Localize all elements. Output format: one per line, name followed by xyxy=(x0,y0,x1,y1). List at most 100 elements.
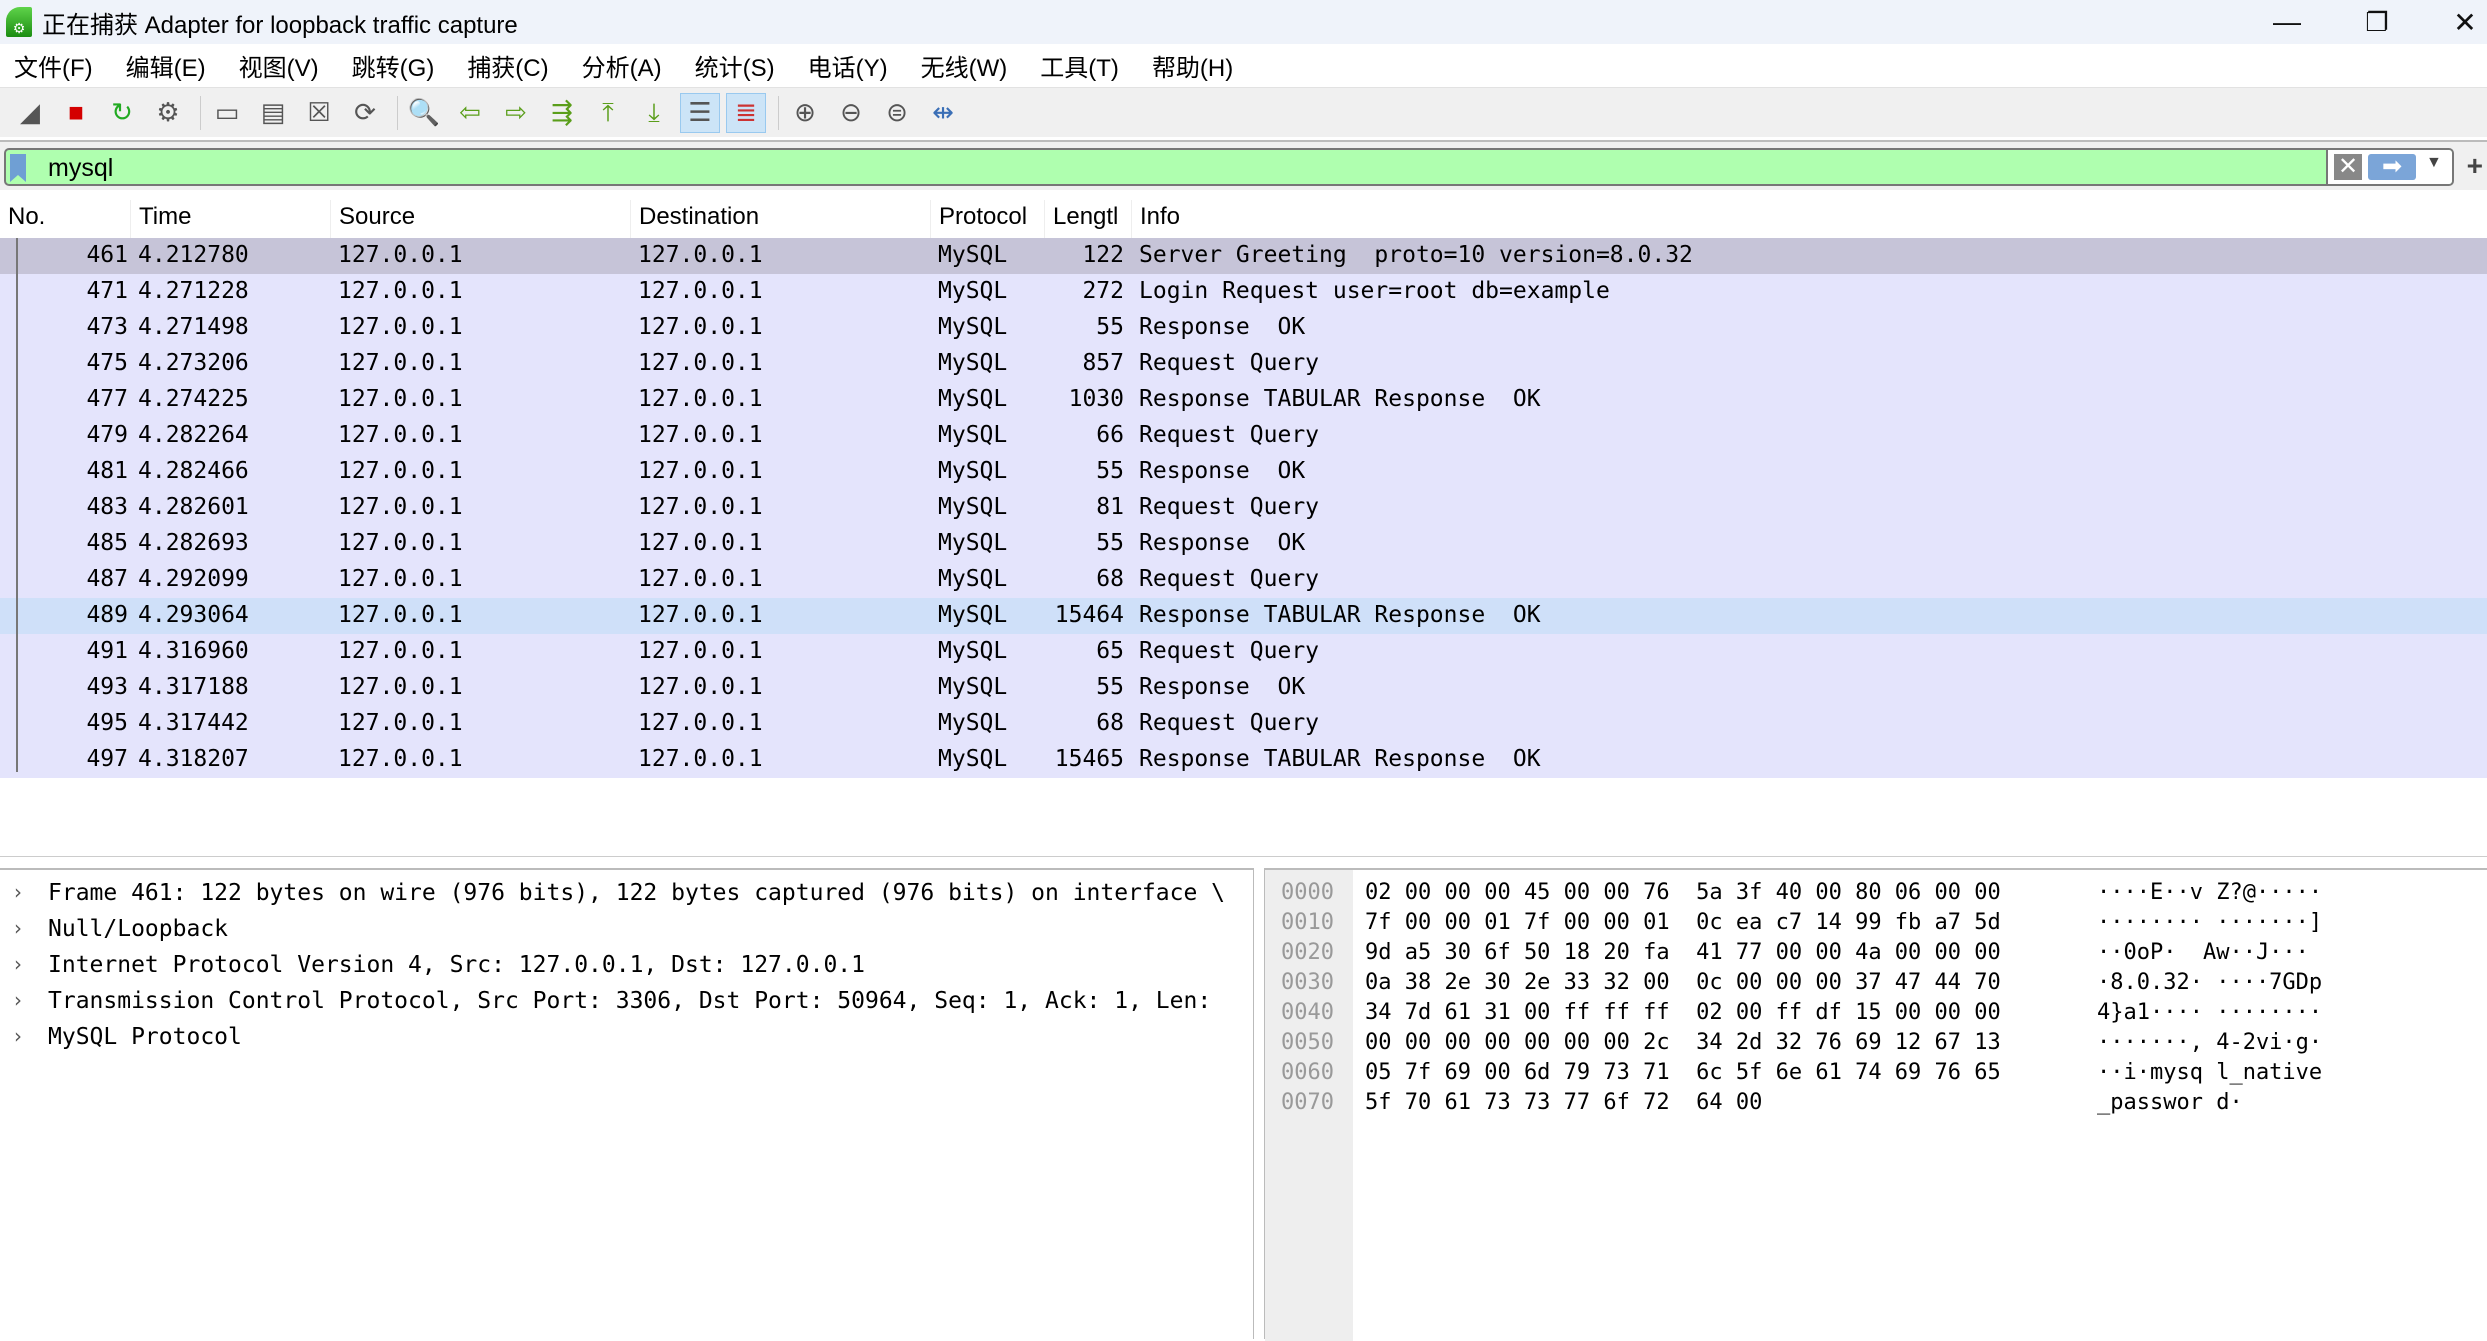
close-button[interactable]: ✕ xyxy=(2430,0,2487,44)
filter-text[interactable]: mysql xyxy=(48,154,113,183)
menu-item[interactable]: 电话(Y) xyxy=(808,48,888,83)
packet-row[interactable]: 493 4.317188 127.0.0.1 127.0.0.1 MySQL 55 Resp… xyxy=(0,670,2487,706)
autoscroll-button[interactable]: ☰ xyxy=(680,92,720,133)
clear-filter-icon[interactable]: ✕ xyxy=(2334,154,2362,180)
detail-tree-item[interactable]: › Transmission Control Protocol, Src Port… xyxy=(0,984,1250,1020)
hex-bytes[interactable]: 34 7d 61 31 00 ff ff ff 02 00 ff df 15 0… xyxy=(1365,1000,2001,1025)
packet-row[interactable]: 471 4.271228 127.0.0.1 127.0.0.1 MySQL 272 Log… xyxy=(0,274,2487,310)
packet-source: 127.0.0.1 xyxy=(338,566,463,592)
close-file-button[interactable]: ☒ xyxy=(299,93,339,133)
expand-chevron-icon[interactable]: › xyxy=(14,1024,22,1048)
menu-item[interactable]: 分析(A) xyxy=(582,48,662,83)
hex-bytes[interactable]: 0a 38 2e 30 2e 33 32 00 0c 00 00 00 37 4… xyxy=(1365,970,2001,995)
hex-bytes[interactable]: 02 00 00 00 45 00 00 76 5a 3f 40 00 80 0… xyxy=(1365,880,2001,905)
detail-tree-item[interactable]: › Frame 461: 122 bytes on wire (976 bits)… xyxy=(0,876,1250,912)
packet-row[interactable]: 473 4.271498 127.0.0.1 127.0.0.1 MySQL 55 Resp… xyxy=(0,310,2487,346)
column-header[interactable]: No. xyxy=(0,200,45,238)
packet-row[interactable]: 489 4.293064 127.0.0.1 127.0.0.1 MySQL 15464 R… xyxy=(0,598,2487,634)
colorize-button[interactable]: ≣ xyxy=(726,92,766,133)
hex-ascii[interactable]: 4}a1···· ········ xyxy=(2097,1000,2322,1025)
hex-ascii[interactable]: ·······, 4-2vi·g· xyxy=(2097,1030,2322,1055)
expand-chevron-icon[interactable]: › xyxy=(14,988,22,1012)
add-filter-button-icon[interactable]: + xyxy=(2467,150,2483,182)
restore-button[interactable]: ❐ xyxy=(2342,0,2412,44)
detail-tree-item[interactable]: › MySQL Protocol xyxy=(0,1020,1250,1056)
expand-chevron-icon[interactable]: › xyxy=(14,916,22,940)
menu-item[interactable]: 跳转(G) xyxy=(352,48,435,83)
menu-item[interactable]: 视图(V) xyxy=(239,48,319,83)
open-file-button[interactable]: ▭ xyxy=(207,93,247,133)
menu-item[interactable]: 统计(S) xyxy=(695,48,775,83)
packet-row[interactable]: 479 4.282264 127.0.0.1 127.0.0.1 MySQL 66 Requ… xyxy=(0,418,2487,454)
menu-item[interactable]: 编辑(E) xyxy=(126,48,206,83)
hex-bytes[interactable]: 00 00 00 00 00 00 00 2c 34 2d 32 76 69 1… xyxy=(1365,1030,2001,1055)
menu-item[interactable]: 帮助(H) xyxy=(1152,48,1233,83)
packet-no: 493 xyxy=(86,674,128,700)
hex-ascii[interactable]: _passwor d· xyxy=(2097,1090,2243,1115)
hex-ascii[interactable]: ····E··v Z?@····· xyxy=(2097,880,2322,905)
find-packet-button[interactable]: 🔍 xyxy=(404,93,444,133)
last-packet-icon: ⤓ xyxy=(648,96,660,127)
detail-tree-item[interactable]: › Internet Protocol Version 4, Src: 127.0… xyxy=(0,948,1250,984)
capture-options-button[interactable]: ⚙ xyxy=(148,93,188,133)
column-header[interactable]: Source xyxy=(330,200,415,238)
column-header[interactable]: Lengtl xyxy=(1044,200,1118,238)
hex-bytes[interactable]: 9d a5 30 6f 50 18 20 fa 41 77 00 00 4a 0… xyxy=(1365,940,2001,965)
bookmark-icon[interactable] xyxy=(10,154,26,182)
packet-info: Request Query xyxy=(1139,566,1320,592)
last-packet-button[interactable]: ⤓ xyxy=(634,93,674,133)
resize-columns-button[interactable]: ⇹ xyxy=(923,93,963,133)
packet-row[interactable]: 487 4.292099 127.0.0.1 127.0.0.1 MySQL 68 Requ… xyxy=(0,562,2487,598)
hex-bytes[interactable]: 7f 00 00 01 7f 00 00 01 0c ea c7 14 99 f… xyxy=(1365,910,2001,935)
filter-history-dropdown-icon[interactable]: ▼ xyxy=(2426,154,2442,172)
menu-item[interactable]: 工具(T) xyxy=(1040,48,1119,83)
packet-source: 127.0.0.1 xyxy=(338,674,463,700)
minimize-button[interactable]: — xyxy=(2252,0,2322,44)
column-header[interactable]: Protocol xyxy=(930,200,1027,238)
first-packet-button[interactable]: ⤒ xyxy=(588,93,628,133)
packet-row[interactable]: 495 4.317442 127.0.0.1 127.0.0.1 MySQL 68 Requ… xyxy=(0,706,2487,742)
packet-protocol: MySQL xyxy=(938,638,1008,664)
restart-capture-button[interactable]: ↻ xyxy=(102,93,142,133)
hex-ascii[interactable]: ··i·mysq l_native xyxy=(2097,1060,2322,1085)
hex-bytes[interactable]: 05 7f 69 00 6d 79 73 71 6c 5f 6e 61 74 6… xyxy=(1365,1060,2001,1085)
menu-item[interactable]: 捕获(C) xyxy=(467,48,548,83)
expand-chevron-icon[interactable]: › xyxy=(14,880,22,904)
packet-row[interactable]: 497 4.318207 127.0.0.1 127.0.0.1 MySQL 15465 R… xyxy=(0,742,2487,778)
packet-row[interactable]: 461 4.212780 127.0.0.1 127.0.0.1 MySQL 122 Ser… xyxy=(0,238,2487,274)
normal-size-button[interactable]: ⊜ xyxy=(877,93,917,133)
packet-row[interactable]: 477 4.274225 127.0.0.1 127.0.0.1 MySQL 1030 Re… xyxy=(0,382,2487,418)
reload-file-button[interactable]: ⟳ xyxy=(345,93,385,133)
packet-row[interactable]: 481 4.282466 127.0.0.1 127.0.0.1 MySQL 55 Resp… xyxy=(0,454,2487,490)
display-filter-input[interactable]: mysql ✕ ➡ ▼ xyxy=(4,148,2454,186)
hex-ascii[interactable]: ··0oP· Aw··J··· xyxy=(2097,940,2309,965)
column-header[interactable]: Time xyxy=(130,200,191,238)
packet-row[interactable]: 483 4.282601 127.0.0.1 127.0.0.1 MySQL 81 Requ… xyxy=(0,490,2487,526)
hex-ascii[interactable]: ········ ·······] xyxy=(2097,910,2322,935)
menu-item[interactable]: 文件(F) xyxy=(14,48,93,83)
packet-no: 477 xyxy=(86,386,128,412)
toolbar-separator xyxy=(778,95,779,130)
save-file-button[interactable]: ▤ xyxy=(253,93,293,133)
column-header[interactable]: Destination xyxy=(630,200,759,238)
packet-protocol: MySQL xyxy=(938,602,1008,628)
expand-chevron-icon[interactable]: › xyxy=(14,952,22,976)
packet-row[interactable]: 475 4.273206 127.0.0.1 127.0.0.1 MySQL 857 Req… xyxy=(0,346,2487,382)
packet-row[interactable]: 485 4.282693 127.0.0.1 127.0.0.1 MySQL 55 Resp… xyxy=(0,526,2487,562)
packet-length: 55 xyxy=(1096,458,1124,484)
column-header[interactable]: Info xyxy=(1131,200,1180,238)
detail-tree-item[interactable]: › Null/Loopback xyxy=(0,912,1250,948)
hex-ascii[interactable]: ·8.0.32· ····7GDp xyxy=(2097,970,2322,995)
stop-capture-button[interactable]: ■ xyxy=(56,93,96,133)
menu-item[interactable]: 无线(W) xyxy=(921,48,1008,83)
hex-bytes[interactable]: 5f 70 61 73 73 77 6f 72 64 00 xyxy=(1365,1090,1762,1115)
zoom-out-button[interactable]: ⊖ xyxy=(831,93,871,133)
stop-capture-icon: ■ xyxy=(68,97,84,127)
apply-filter-icon[interactable]: ➡ xyxy=(2368,154,2416,180)
go-to-packet-button[interactable]: ⇶ xyxy=(542,93,582,133)
go-forward-button[interactable]: ⇨ xyxy=(496,93,536,133)
go-back-button[interactable]: ⇦ xyxy=(450,93,490,133)
zoom-in-button[interactable]: ⊕ xyxy=(785,93,825,133)
packet-row[interactable]: 491 4.316960 127.0.0.1 127.0.0.1 MySQL 65 Requ… xyxy=(0,634,2487,670)
start-capture-button[interactable]: ◢ xyxy=(10,93,50,133)
